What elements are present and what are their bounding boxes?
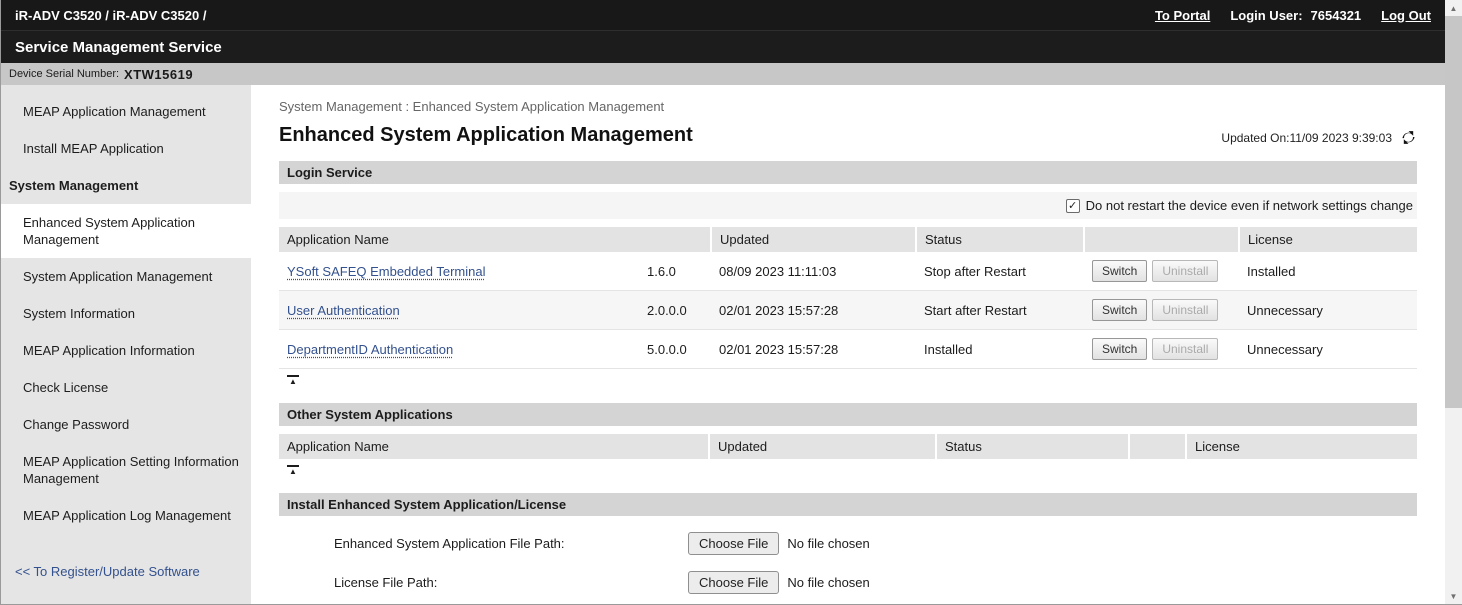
section-install-enhanced-system-application: Install Enhanced System Application/Lice… [279, 493, 1417, 516]
no-restart-checkbox-row: Do not restart the device even if networ… [279, 192, 1417, 219]
app-file-path-label: Enhanced System Application File Path: [334, 532, 688, 551]
col-application-name: Application Name [279, 434, 709, 459]
sidebar-item-meap-application-information[interactable]: MEAP Application Information [1, 332, 251, 369]
sidebar-item-enhanced-system-application-management[interactable]: Enhanced System Application Management [1, 204, 251, 258]
sidebar-item-system-application-management[interactable]: System Application Management [1, 258, 251, 295]
switch-button[interactable]: Switch [1092, 338, 1147, 360]
sidebar-item-meap-application-management[interactable]: MEAP Application Management [1, 93, 251, 130]
refresh-icon[interactable] [1400, 130, 1417, 145]
uninstall-button: Uninstall [1152, 260, 1218, 282]
login-user: Login User: 7654321 [1230, 8, 1361, 23]
sidebar: MEAP Application Management Install MEAP… [1, 85, 251, 605]
uninstall-button: Uninstall [1152, 338, 1218, 360]
serial-bar: Device Serial Number: XTW15619 [1, 63, 1445, 85]
login-service-table-header: Application Name Updated Status License [279, 227, 1417, 252]
login-service-table: Application Name Updated Status License … [279, 227, 1417, 369]
sidebar-item-install-meap-application[interactable]: Install MEAP Application [1, 130, 251, 167]
sidebar-item-meap-application-log-management[interactable]: MEAP Application Log Management [1, 497, 251, 534]
license-file-path-row: License File Path: Choose File No file c… [334, 571, 1417, 594]
service-title-bar: Service Management Service [1, 30, 1445, 63]
no-restart-checkbox[interactable] [1066, 199, 1080, 213]
updated-on-text: Updated On:11/09 2023 9:39:03 [1221, 131, 1392, 145]
col-license: License [1186, 434, 1417, 459]
choose-file-button-app[interactable]: Choose File [688, 532, 779, 555]
license-file-path-label: License File Path: [334, 571, 688, 590]
scrollbar-up-arrow[interactable]: ▲ [1445, 0, 1462, 16]
app-link-ysoft-safeq[interactable]: YSoft SAFEQ Embedded Terminal [287, 264, 485, 279]
to-portal-link[interactable]: To Portal [1155, 8, 1210, 23]
page-title: Enhanced System Application Management [279, 124, 693, 147]
app-version: 1.6.0 [639, 252, 711, 291]
main-content: System Management : Enhanced System Appl… [251, 85, 1445, 605]
vertical-scrollbar[interactable]: ▲ ▼ [1445, 0, 1462, 604]
table-row: User Authentication 2.0.0.0 02/01 2023 1… [279, 291, 1417, 330]
sidebar-item-change-password[interactable]: Change Password [1, 406, 251, 443]
app-status: Start after Restart [916, 291, 1084, 330]
login-user-value: 7654321 [1311, 8, 1362, 23]
switch-button[interactable]: Switch [1092, 299, 1147, 321]
login-user-label: Login User: [1230, 8, 1302, 23]
scroll-to-top-icon[interactable]: ▲ [287, 375, 299, 386]
table-row: YSoft SAFEQ Embedded Terminal 1.6.0 08/0… [279, 252, 1417, 291]
col-updated: Updated [709, 434, 936, 459]
uninstall-button: Uninstall [1152, 299, 1218, 321]
section-login-service: Login Service [279, 161, 1417, 184]
scrollbar-thumb[interactable] [1445, 16, 1462, 408]
other-system-applications-table: Application Name Updated Status License [279, 434, 1417, 459]
other-apps-table-header: Application Name Updated Status License [279, 434, 1417, 459]
serial-label: Device Serial Number: [9, 68, 119, 80]
app-version: 5.0.0.0 [639, 330, 711, 369]
breadcrumb: System Management : Enhanced System Appl… [279, 99, 1417, 114]
col-license: License [1239, 227, 1417, 252]
app-license: Unnecessary [1239, 330, 1417, 369]
switch-button[interactable]: Switch [1092, 260, 1147, 282]
device-title: iR-ADV C3520 / iR-ADV C3520 / [15, 8, 206, 23]
top-bar: iR-ADV C3520 / iR-ADV C3520 / To Portal … [1, 0, 1445, 30]
col-actions [1084, 227, 1239, 252]
col-updated: Updated [711, 227, 916, 252]
register-update-software-link[interactable]: << To Register/Update Software [15, 564, 251, 579]
choose-file-button-license[interactable]: Choose File [688, 571, 779, 594]
col-actions [1129, 434, 1186, 459]
file-chosen-status: No file chosen [787, 575, 869, 590]
col-status: Status [916, 227, 1084, 252]
sidebar-item-system-information[interactable]: System Information [1, 295, 251, 332]
file-chosen-status: No file chosen [787, 536, 869, 551]
col-application-name: Application Name [279, 227, 711, 252]
section-other-system-applications: Other System Applications [279, 403, 1417, 426]
app-link-departmentid-authentication[interactable]: DepartmentID Authentication [287, 342, 453, 357]
sidebar-section-system-management: System Management [1, 167, 251, 204]
serial-value: XTW15619 [124, 67, 193, 82]
app-link-user-authentication[interactable]: User Authentication [287, 303, 400, 318]
app-file-path-row: Enhanced System Application File Path: C… [334, 532, 1417, 555]
service-title: Service Management Service [15, 39, 222, 56]
col-status: Status [936, 434, 1129, 459]
smls-page: iR-ADV C3520 / iR-ADV C3520 / To Portal … [0, 0, 1462, 605]
app-version: 2.0.0.0 [639, 291, 711, 330]
sidebar-item-check-license[interactable]: Check License [1, 369, 251, 406]
scrollbar-down-arrow[interactable]: ▼ [1445, 588, 1462, 604]
no-restart-checkbox-label: Do not restart the device even if networ… [1086, 198, 1413, 213]
app-license: Installed [1239, 252, 1417, 291]
app-status: Installed [916, 330, 1084, 369]
logout-link[interactable]: Log Out [1381, 8, 1431, 23]
app-license: Unnecessary [1239, 291, 1417, 330]
app-updated: 08/09 2023 11:11:03 [711, 252, 916, 291]
sidebar-item-meap-application-setting-information-management[interactable]: MEAP Application Setting Information Man… [1, 443, 251, 497]
app-status: Stop after Restart [916, 252, 1084, 291]
scroll-to-top-icon[interactable]: ▲ [287, 465, 299, 476]
table-row: DepartmentID Authentication 5.0.0.0 02/0… [279, 330, 1417, 369]
app-updated: 02/01 2023 15:57:28 [711, 291, 916, 330]
app-updated: 02/01 2023 15:57:28 [711, 330, 916, 369]
